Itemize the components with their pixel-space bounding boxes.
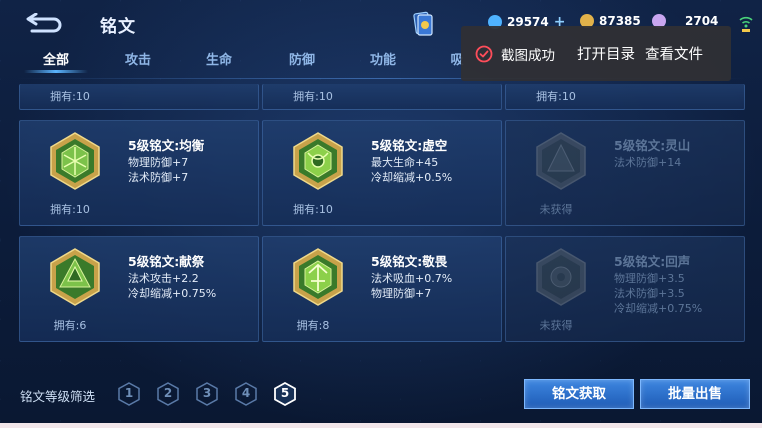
level-filter-2[interactable]: 2 bbox=[156, 382, 180, 406]
rune-card-echo[interactable]: 5级铭文:回声 物理防御+3.5 法术防御+3.5 冷却缩减+0.75% 未获得 bbox=[505, 236, 745, 342]
rune-attribute: 法术防御+3.5 bbox=[614, 287, 685, 300]
rune-attribute: 法术攻击+2.2 bbox=[128, 272, 199, 285]
rune-attributes: 法术吸血+0.7% 物理防御+7 bbox=[371, 271, 452, 301]
rune-attributes: 最大生命+45 冷却缩减+0.5% bbox=[371, 155, 452, 185]
rune-card-sacrifice[interactable]: 5级铭文:献祭 法术攻击+2.2 冷却缩减+0.75% 拥有:6 bbox=[19, 236, 259, 342]
rune-name: 5级铭文:献祭 bbox=[128, 254, 205, 269]
rune-name: 5级铭文:均衡 bbox=[128, 138, 205, 153]
rune-emblem-icon bbox=[50, 248, 100, 306]
rune-name: 5级铭文:回声 bbox=[614, 254, 691, 269]
level-filter-5[interactable]: 5 bbox=[273, 382, 297, 406]
rune-emblem-icon bbox=[50, 132, 100, 190]
view-file-link[interactable]: 查看文件 bbox=[645, 43, 703, 64]
rune-attributes: 法术防御+14 bbox=[614, 155, 681, 170]
owned-count: 拥有:6 bbox=[53, 319, 87, 332]
rune-attribute: 最大生命+45 bbox=[371, 156, 439, 169]
rune-emblem-icon bbox=[536, 248, 586, 306]
rune-card-awe[interactable]: 5级铭文:敬畏 法术吸血+0.7% 物理防御+7 拥有:8 bbox=[262, 236, 502, 342]
acquire-rune-button[interactable]: 铭文获取 bbox=[524, 379, 634, 409]
owned-count: 拥有:8 bbox=[296, 319, 330, 332]
rune-card-void[interactable]: 5级铭文:虚空 最大生命+45 冷却缩减+0.5% 拥有:10 bbox=[262, 120, 502, 226]
active-tab-indicator bbox=[24, 70, 88, 73]
owned-count: 拥有:10 bbox=[50, 203, 90, 216]
rune-attributes: 物理防御+3.5 法术防御+3.5 冷却缩减+0.75% bbox=[614, 271, 702, 316]
rune-emblem-icon bbox=[293, 132, 343, 190]
bottom-strip bbox=[0, 423, 762, 428]
owned-count: 拥有:10 bbox=[293, 90, 333, 103]
tab-health[interactable]: 生命 bbox=[191, 50, 247, 76]
level-filter-1[interactable]: 1 bbox=[117, 382, 141, 406]
rune-attribute: 冷却缩减+0.75% bbox=[614, 302, 703, 315]
rune-attributes: 法术攻击+2.2 冷却缩减+0.75% bbox=[128, 271, 216, 301]
level-filter-3[interactable]: 3 bbox=[195, 382, 219, 406]
level-filter-label: 铭文等级筛选 bbox=[20, 389, 96, 404]
toast-message: 截图成功 bbox=[501, 47, 555, 64]
back-button[interactable] bbox=[22, 10, 66, 38]
rune-attribute: 冷却缩减+0.5% bbox=[371, 171, 453, 184]
rune-card-balance[interactable]: 5级铭文:均衡 物理防御+7 法术防御+7 拥有:10 bbox=[19, 120, 259, 226]
rune-name: 5级铭文:虚空 bbox=[371, 138, 448, 153]
rune-name: 5级铭文:灵山 bbox=[614, 138, 691, 153]
rune-card[interactable]: 拥有:10 bbox=[262, 84, 502, 110]
screenshot-toast: 截图成功 打开目录 查看文件 bbox=[461, 26, 731, 81]
bulk-sell-button[interactable]: 批量出售 bbox=[640, 379, 750, 409]
rune-attribute: 法术防御+7 bbox=[128, 171, 189, 184]
rune-attribute: 物理防御+3.5 bbox=[614, 272, 685, 285]
level-filter-4[interactable]: 4 bbox=[234, 382, 258, 406]
check-circle-icon bbox=[475, 45, 493, 62]
rune-grid: 拥有:10 拥有:10 拥有:10 5级铭文:均衡 物理防御+7 法术防御+7 … bbox=[0, 84, 762, 346]
rune-attribute: 法术防御+14 bbox=[614, 156, 682, 169]
rune-emblem-icon bbox=[293, 248, 343, 306]
rune-deck-icon[interactable] bbox=[412, 10, 434, 38]
rune-attribute: 物理防御+7 bbox=[128, 156, 189, 169]
back-arrow-icon bbox=[26, 13, 62, 33]
owned-count: 拥有:10 bbox=[293, 203, 333, 216]
owned-count: 拥有:10 bbox=[536, 90, 576, 103]
open-directory-link[interactable]: 打开目录 bbox=[577, 43, 635, 64]
rune-attribute: 冷却缩减+0.75% bbox=[128, 287, 217, 300]
not-owned-label: 未获得 bbox=[539, 203, 573, 216]
page-title: 铭文 bbox=[100, 17, 136, 37]
not-owned-label: 未获得 bbox=[539, 319, 573, 332]
rune-attribute: 物理防御+7 bbox=[371, 287, 432, 300]
tab-defense[interactable]: 防御 bbox=[274, 50, 330, 76]
rune-card-spirit-mountain[interactable]: 5级铭文:灵山 法术防御+14 未获得 bbox=[505, 120, 745, 226]
tab-utility[interactable]: 功能 bbox=[355, 50, 411, 76]
rune-card[interactable]: 拥有:10 bbox=[505, 84, 745, 110]
rune-attributes: 物理防御+7 法术防御+7 bbox=[128, 155, 188, 185]
rune-card[interactable]: 拥有:10 bbox=[19, 84, 259, 110]
wifi-icon bbox=[739, 16, 753, 32]
rune-name: 5级铭文:敬畏 bbox=[371, 254, 448, 269]
tab-attack[interactable]: 攻击 bbox=[110, 50, 166, 76]
owned-count: 拥有:10 bbox=[50, 90, 90, 103]
rune-attribute: 法术吸血+0.7% bbox=[371, 272, 453, 285]
rune-emblem-icon bbox=[536, 132, 586, 190]
